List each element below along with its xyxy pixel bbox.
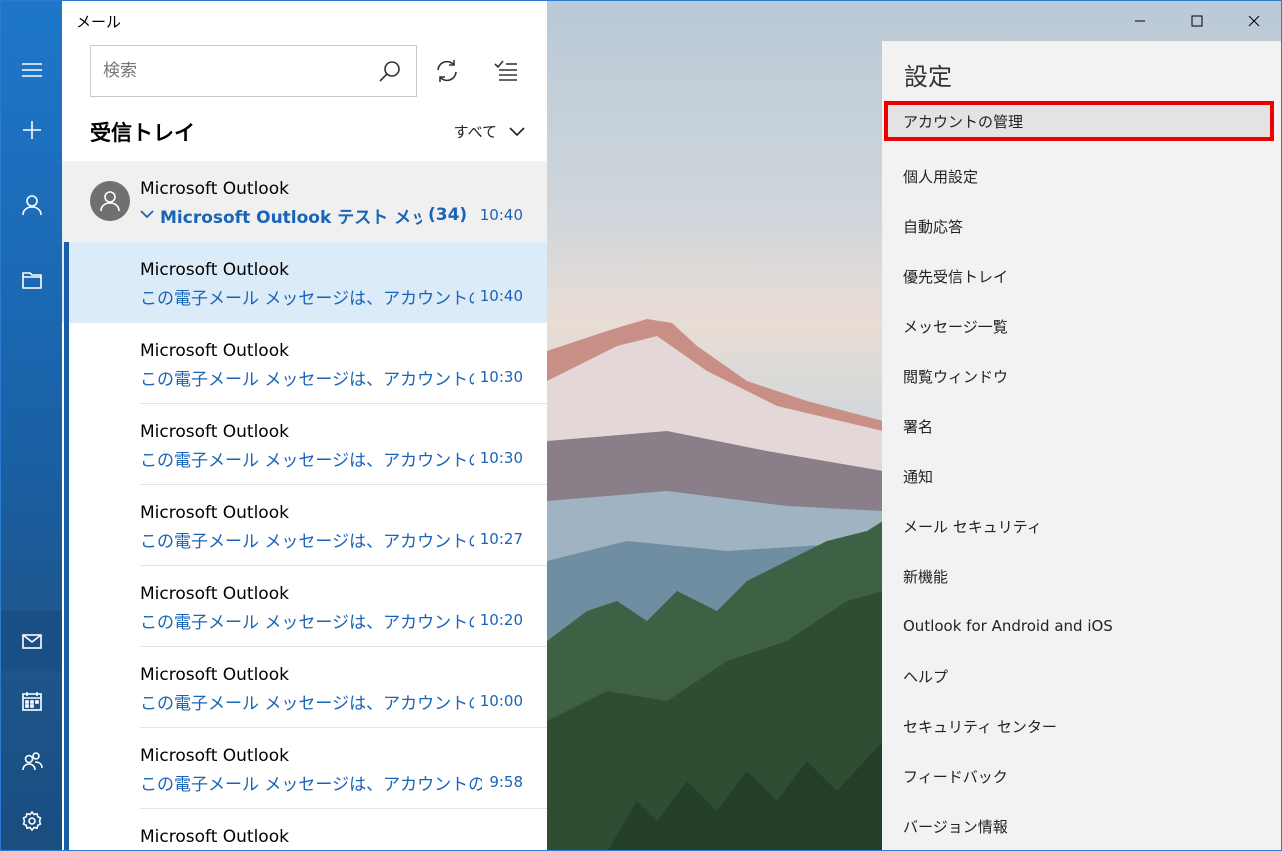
folder-title: 受信トレイ [90,121,195,145]
message-preview: この電子メール メッセージは、アカウントの設定の [140,694,474,714]
message-time: 10:30 [479,449,523,467]
accounts-button[interactable] [1,175,62,235]
search-box[interactable] [90,45,417,97]
conversation-header[interactable]: Microsoft Outlook Microsoft Outlook テスト … [62,161,547,242]
list-item[interactable]: Microsoft Outlook この電子メール メッセージは、アカウントの設… [62,566,547,647]
avatar [90,181,130,221]
calendar-icon [21,692,42,711]
message-preview: この電子メール メッセージは、アカウントの設定の [140,532,474,552]
message-sender: Microsoft Outlook [140,260,289,280]
message-time: 9:58 [489,773,523,791]
chevron-down-icon [509,126,525,136]
close-button[interactable] [1225,1,1281,41]
person-icon [100,191,120,212]
filter-dropdown[interactable]: すべて [454,121,525,142]
settings-item-email-security[interactable]: メール セキュリティ [884,506,1274,546]
sync-icon [437,60,457,82]
settings-item-whats-new[interactable]: 新機能 [884,556,1274,596]
minimize-button[interactable] [1111,1,1168,41]
nav-rail [1,1,62,850]
settings-pane: 設定 アカウントの管理 個人用設定 自動応答 優先受信トレイ メッセージ一覧 閲… [882,41,1281,850]
message-list-panel: メール 受信トレイ すべて Microsoft Outlook Microsof… [62,1,547,850]
settings-item-reading-pane[interactable]: 閲覧ウィンドウ [884,356,1274,396]
checklist-icon [494,60,517,81]
people-nav-button[interactable] [1,731,62,791]
list-item[interactable]: Microsoft Outlook この電子メール メッセージは、アカウントの設… [62,485,547,566]
mail-window: メール 受信トレイ すべて Microsoft Outlook Microsof… [0,0,1282,851]
thread-time: 10:40 [479,206,523,224]
message-preview: この電子メール メッセージは、アカウントの設定の [140,289,474,309]
message-preview: この電子メール メッセージは、アカウントの設定の [140,370,474,390]
filter-label: すべて [453,123,497,141]
maximize-button[interactable] [1168,1,1225,41]
settings-item-manage-accounts[interactable]: アカウントの管理 [884,101,1274,141]
message-preview: この電子メール メッセージは、アカウントの設定の [140,775,482,795]
message-sender: Microsoft Outlook [140,503,289,523]
thread-sender: Microsoft Outlook [140,179,289,199]
message-time: 10:30 [479,368,523,386]
close-icon [1248,15,1259,27]
folders-button[interactable] [1,250,62,310]
settings-title: 設定 [904,63,952,91]
settings-nav-button[interactable] [1,791,62,850]
folder-icon [21,272,42,289]
list-item[interactable]: Microsoft Outlook この電子メール メッセージは、アカウントの設… [62,323,547,404]
selection-bar [64,242,69,323]
people-icon [21,752,43,771]
list-item[interactable]: Microsoft Outlook [62,809,547,850]
message-sender: Microsoft Outlook [140,341,289,361]
list-item[interactable]: Microsoft Outlook この電子メール メッセージは、アカウントの設… [62,242,547,323]
settings-item-focused-inbox[interactable]: 優先受信トレイ [884,256,1274,296]
message-preview: この電子メール メッセージは、アカウントの設定の [140,613,474,633]
message-sender: Microsoft Outlook [140,665,289,685]
gear-icon [22,810,41,832]
settings-item-help[interactable]: ヘルプ [884,656,1274,696]
settings-item-notifications[interactable]: 通知 [884,456,1274,496]
chevron-down-icon[interactable] [140,209,154,219]
menu-button[interactable] [1,40,62,100]
minimize-icon [1134,20,1145,22]
app-title: メール [76,13,122,31]
settings-item-auto-reply[interactable]: 自動応答 [884,206,1274,246]
settings-item-signature[interactable]: 署名 [884,406,1274,446]
list-item[interactable]: Microsoft Outlook この電子メール メッセージは、アカウントの設… [62,647,547,728]
list-item[interactable]: Microsoft Outlook この電子メール メッセージは、アカウントの設… [62,728,547,809]
thread-count: (34) [428,205,468,225]
mail-nav-button[interactable] [1,611,62,671]
sync-button[interactable] [432,56,462,86]
message-sender: Microsoft Outlook [140,827,289,847]
mail-icon [21,634,42,649]
new-mail-button[interactable] [1,100,62,160]
new-mail-icon [22,121,41,139]
thread-subject: Microsoft Outlook テスト メッセー [160,208,422,228]
message-time: 10:20 [479,611,523,629]
settings-item-message-list[interactable]: メッセージ一覧 [884,306,1274,346]
menu-icon [21,63,42,77]
settings-item-personalization[interactable]: 個人用設定 [884,156,1274,196]
message-sender: Microsoft Outlook [140,746,289,766]
message-sender: Microsoft Outlook [140,422,289,442]
settings-item-trust-center[interactable]: セキュリティ センター [884,706,1274,746]
settings-item-about[interactable]: バージョン情報 [884,806,1274,846]
settings-item-feedback[interactable]: フィードバック [884,756,1274,796]
list-item[interactable]: Microsoft Outlook この電子メール メッセージは、アカウントの設… [62,404,547,485]
message-preview: この電子メール メッセージは、アカウントの設定の [140,451,474,471]
settings-item-outlook-mobile[interactable]: Outlook for Android and iOS [884,606,1274,646]
search-input[interactable] [103,58,363,84]
maximize-icon [1191,15,1202,27]
selection-mode-button[interactable] [491,56,521,86]
calendar-nav-button[interactable] [1,671,62,731]
message-time: 10:40 [479,287,523,305]
message-time: 10:00 [479,692,523,710]
account-icon [21,195,42,216]
message-time: 10:27 [479,530,523,548]
search-icon[interactable] [378,59,402,83]
message-sender: Microsoft Outlook [140,584,289,604]
